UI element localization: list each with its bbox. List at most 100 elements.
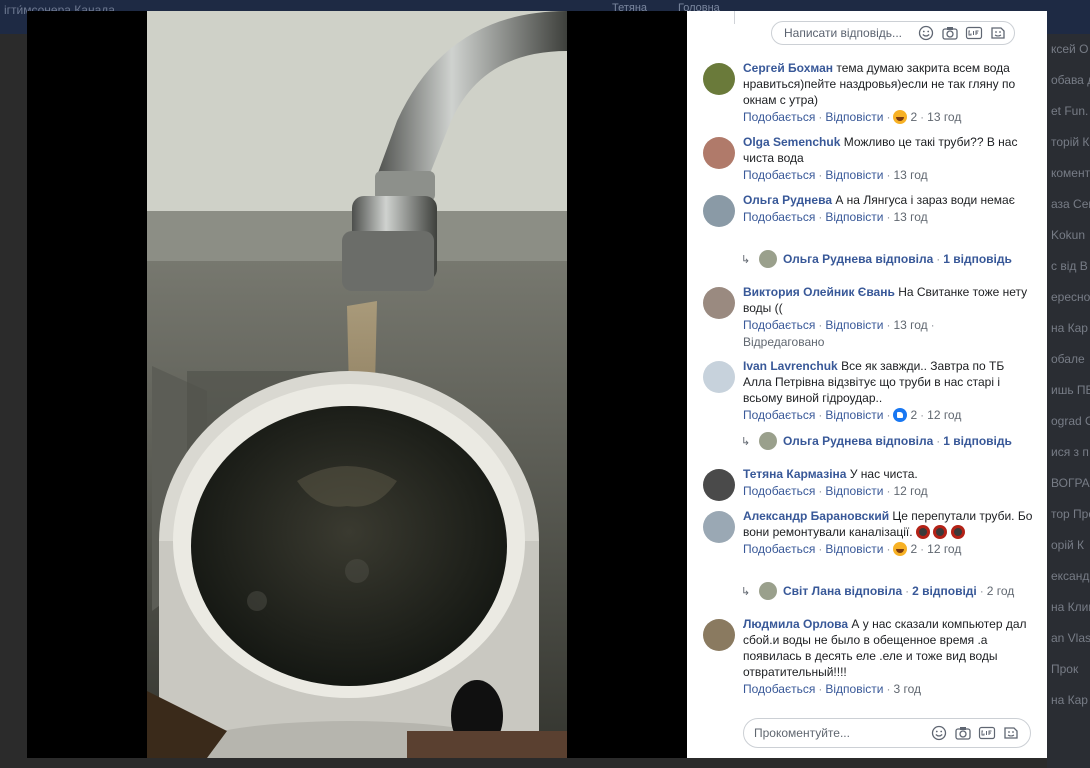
like-link[interactable]: Подобається <box>743 542 815 556</box>
emoji-icon[interactable] <box>917 25 935 41</box>
reply-input-icons <box>917 25 1007 41</box>
reply-link[interactable]: Відповісти <box>825 318 883 332</box>
reply-link[interactable]: Відповісти <box>825 110 883 124</box>
comment-edited: Відредаговано <box>743 334 1033 350</box>
comment-time[interactable]: 12 год <box>927 408 961 422</box>
like-link[interactable]: Подобається <box>743 110 815 124</box>
replies-link[interactable]: ↳ Світ Лана відповіла · 2 відповіді · 2 год <box>741 582 1014 600</box>
replier: Ольга Руднева відповіла <box>783 434 934 448</box>
comment-content: Людмила Орлова А у нас сказали компьютер… <box>743 616 1033 680</box>
separator: · <box>886 110 891 124</box>
comment-time[interactable]: 13 год <box>927 110 961 124</box>
camera-icon[interactable] <box>941 25 959 41</box>
separator: · <box>920 542 925 556</box>
comment-author[interactable]: Людмила Орлова <box>743 617 848 631</box>
thread-line <box>734 11 735 24</box>
photo <box>147 11 567 758</box>
gif-icon[interactable] <box>978 725 996 741</box>
comment-time[interactable]: 13 год <box>893 168 927 182</box>
like-link[interactable]: Подобається <box>743 168 815 182</box>
avatar[interactable] <box>703 63 735 95</box>
comment-body: Виктория Олейник Євань На Свитанке тоже … <box>743 284 1033 350</box>
comment-time[interactable]: 12 год <box>927 542 961 556</box>
avatar[interactable] <box>703 361 735 393</box>
reply-link[interactable]: Відповісти <box>825 408 883 422</box>
reply-count: 1 відповідь <box>943 252 1012 266</box>
reply-link[interactable]: Відповісти <box>825 210 883 224</box>
background-snippet: обава д <box>1051 73 1090 87</box>
comment-content: Александр Барановский Це перепутали труб… <box>743 508 1033 540</box>
emoji-icon[interactable] <box>930 725 948 741</box>
reply-link[interactable]: Відповісти <box>825 484 883 498</box>
avatar[interactable] <box>703 511 735 543</box>
comment-input-icons <box>930 725 1020 741</box>
replier: Світ Лана відповіла <box>783 584 903 598</box>
like-link[interactable]: Подобається <box>743 318 815 332</box>
avatar[interactable] <box>703 469 735 501</box>
no-emoji-icon <box>915 525 930 539</box>
comment-author[interactable]: Александр Барановский <box>743 509 889 523</box>
separator: · <box>930 318 935 332</box>
background-snippet: et Fun. <box>1051 104 1089 118</box>
background-snippet: обале <box>1051 352 1085 366</box>
reaction-count[interactable]: 2 <box>893 408 917 422</box>
comment-author[interactable]: Olga Semenchuk <box>743 135 840 149</box>
comment-content: Ivan Lavrenchuk Все як завжди.. Завтра п… <box>743 358 1033 406</box>
background-snippet: ександ <box>1051 569 1090 583</box>
camera-icon[interactable] <box>954 725 972 741</box>
background-snippet: Прок <box>1051 662 1079 676</box>
reaction-count[interactable]: 2 <box>893 542 917 556</box>
comment-author[interactable]: Ivan Lavrenchuk <box>743 359 838 373</box>
comment-content: Виктория Олейник Євань На Свитанке тоже … <box>743 284 1033 316</box>
separator: · <box>936 252 941 266</box>
comment-content: Сергей Бохман тема думаю закрита всем во… <box>743 60 1033 108</box>
replies-link[interactable]: ↳ Ольга Руднева відповіла · 1 відповідь <box>741 250 1012 268</box>
sticker-icon[interactable] <box>1002 725 1020 741</box>
avatar <box>759 250 777 268</box>
avatar[interactable] <box>703 619 735 651</box>
comment-body: Olga Semenchuk Можливо це такі труби?? В… <box>743 134 1033 183</box>
replies-link[interactable]: ↳ Ольга Руднева відповіла · 1 відповідь <box>741 432 1012 450</box>
background-snippet: an Vlas <box>1051 631 1090 645</box>
separator: · <box>818 484 823 498</box>
gif-icon[interactable] <box>965 25 983 41</box>
background-left <box>0 34 27 768</box>
comment-time[interactable]: 13 год <box>893 210 927 224</box>
separator: · <box>818 210 823 224</box>
reply-link[interactable]: Відповісти <box>825 542 883 556</box>
comment-author[interactable]: Тетяна Кармазіна <box>743 467 846 481</box>
comment-content: Тетяна Кармазіна У нас чиста. <box>743 466 1033 482</box>
avatar[interactable] <box>703 195 735 227</box>
haha-reaction-icon <box>893 110 908 124</box>
like-link[interactable]: Подобається <box>743 408 815 422</box>
like-link[interactable]: Подобається <box>743 484 815 498</box>
haha-reaction-icon <box>893 542 908 556</box>
separator: · <box>818 168 823 182</box>
reaction-count[interactable]: 2 <box>893 110 917 124</box>
reply-link[interactable]: Відповісти <box>825 168 883 182</box>
like-link[interactable]: Подобається <box>743 682 815 696</box>
comment-time[interactable]: 12 год <box>893 484 927 498</box>
reply-link[interactable]: Відповісти <box>825 682 883 696</box>
comment-content: Olga Semenchuk Можливо це такі труби?? В… <box>743 134 1033 166</box>
background-snippet: ися з п <box>1051 445 1089 459</box>
background-snippet: Kokun <box>1051 228 1086 242</box>
comment-meta: Подобається · Відповісти · 2 · 13 год <box>743 109 1033 125</box>
avatar[interactable] <box>703 137 735 169</box>
comment-time[interactable]: 13 год <box>893 318 927 332</box>
separator: · <box>920 408 925 422</box>
comment-author[interactable]: Виктория Олейник Євань <box>743 285 895 299</box>
reply-input-placeholder: Написати відповідь... <box>784 26 902 40</box>
separator: · <box>979 584 984 598</box>
separator: · <box>886 318 891 332</box>
comment-time[interactable]: 3 год <box>893 682 921 696</box>
separator: · <box>818 682 823 696</box>
avatar[interactable] <box>703 287 735 319</box>
comment-author[interactable]: Сергей Бохман <box>743 61 833 75</box>
comment-author[interactable]: Ольга Руднева <box>743 193 832 207</box>
background-snippet: на Кар <box>1051 693 1088 707</box>
photo-theater <box>27 11 687 758</box>
sticker-icon[interactable] <box>989 25 1007 41</box>
comment-meta: Подобається · Відповісти · 12 год <box>743 483 1033 499</box>
like-link[interactable]: Подобається <box>743 210 815 224</box>
